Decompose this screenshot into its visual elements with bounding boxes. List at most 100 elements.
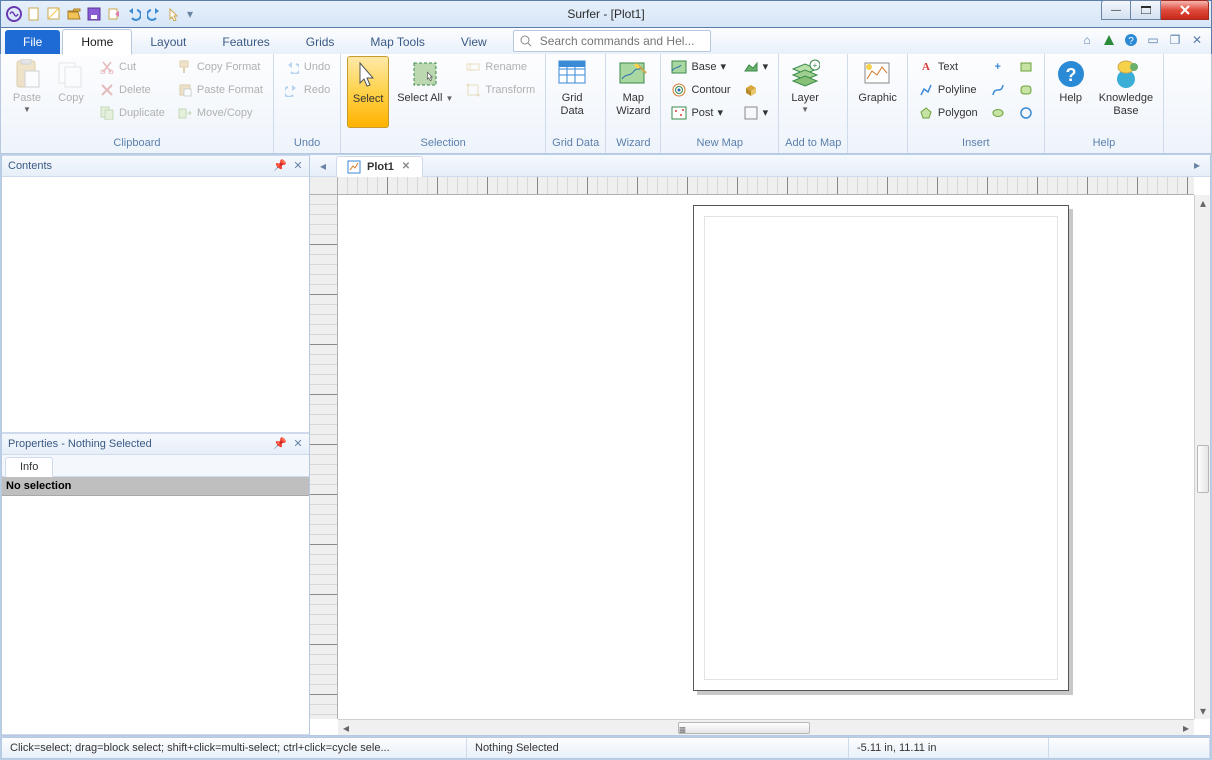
panel-close-icon[interactable]: ✕ [291, 436, 305, 450]
tab-grids[interactable]: Grids [288, 30, 353, 54]
status-end [1049, 738, 1210, 758]
tab-map-tools[interactable]: Map Tools [352, 30, 442, 54]
graphic-button[interactable]: Graphic [854, 56, 901, 128]
round-rect-button[interactable] [1014, 79, 1038, 100]
tab-features[interactable]: Features [204, 30, 287, 54]
qat-save-icon[interactable] [85, 5, 103, 23]
mdi-minimize-icon[interactable]: ▭ [1145, 32, 1161, 48]
tab-layout[interactable]: Layout [132, 30, 204, 54]
group-undo: Undo Redo Undo [274, 54, 341, 153]
map-wizard-button[interactable]: MapWizard [612, 56, 654, 128]
qat-customize-icon[interactable]: ▾ [185, 5, 195, 23]
rectangle-button[interactable] [1014, 56, 1038, 77]
scroll-left-icon[interactable]: ◂ [338, 720, 354, 735]
vscroll-thumb[interactable] [1197, 445, 1209, 493]
grid-data-button[interactable]: GridData [552, 56, 592, 128]
select-button[interactable]: Select [347, 56, 389, 128]
paste-button[interactable]: Paste▼ [7, 56, 47, 128]
qat-undo-icon[interactable] [125, 5, 143, 23]
qat-new-icon[interactable] [25, 5, 43, 23]
close-button[interactable] [1161, 0, 1209, 20]
vertical-ruler[interactable] [310, 195, 338, 719]
qat-export-icon[interactable] [105, 5, 123, 23]
status-message: Click=select; drag=block select; shift+c… [2, 738, 467, 758]
polygon-button[interactable]: Polygon [914, 102, 982, 123]
feedback-icon[interactable] [1101, 32, 1117, 48]
contents-tree[interactable] [2, 177, 309, 433]
search-input[interactable] [538, 33, 704, 49]
scroll-down-icon[interactable]: ▾ [1195, 703, 1210, 719]
scroll-up-icon[interactable]: ▴ [1195, 195, 1210, 211]
surface-button[interactable]: ▾ [739, 56, 773, 77]
move-copy-button[interactable]: Move/Copy [173, 102, 267, 123]
text-button[interactable]: AText [914, 56, 982, 77]
copy-format-button[interactable]: Copy Format [173, 56, 267, 77]
undo-button[interactable]: Undo [280, 56, 334, 77]
kb-button[interactable]: KnowledgeBase [1095, 56, 1157, 128]
cut-button[interactable]: Cut [95, 56, 169, 77]
undo-icon [284, 59, 300, 75]
map-wizard-icon [617, 58, 649, 90]
layer-button[interactable]: + Layer▼ [785, 56, 825, 128]
help-button[interactable]: ? Help [1051, 56, 1091, 128]
tab-view[interactable]: View [443, 30, 505, 54]
rename-button[interactable]: Rename [461, 56, 539, 77]
help-small-icon[interactable]: ? [1123, 32, 1139, 48]
3d-button[interactable] [739, 79, 773, 100]
transform-button[interactable]: Transform [461, 79, 539, 100]
minimize-button[interactable]: — [1101, 0, 1131, 20]
file-tab[interactable]: File [5, 30, 60, 54]
vertical-scrollbar[interactable]: ▴ ▾ [1194, 195, 1210, 719]
canvas-area: ◂ ≡ ▸ ▴ ▾ [310, 177, 1210, 735]
app-icon[interactable] [5, 5, 23, 23]
delete-button[interactable]: Delete [95, 79, 169, 100]
qat-new-plot-icon[interactable] [45, 5, 63, 23]
page-margin [704, 216, 1058, 680]
no-selection-row: No selection [2, 477, 309, 496]
canvas[interactable] [338, 195, 1194, 719]
base-button[interactable]: Base ▾ [667, 56, 734, 77]
empty-map-icon [743, 105, 759, 121]
home-small-icon[interactable]: ⌂ [1079, 32, 1095, 48]
qat-pointer-icon[interactable] [165, 5, 183, 23]
paste-format-button[interactable]: Paste Format [173, 79, 267, 100]
empty-map-button[interactable]: ▾ [739, 102, 773, 123]
panel-close-icon[interactable]: ✕ [291, 158, 305, 172]
symbol-button[interactable]: + [986, 56, 1010, 77]
move-copy-icon [177, 105, 193, 121]
ribbon: Paste▼ Copy Cut Delete Duplicate Copy Fo… [0, 54, 1212, 154]
duplicate-button[interactable]: Duplicate [95, 102, 169, 123]
horizontal-scrollbar[interactable]: ◂ ≡ ▸ [338, 719, 1194, 735]
tab-nav-left-icon[interactable]: ◂ [316, 159, 330, 173]
redo-button[interactable]: Redo [280, 79, 334, 100]
ellipse-icon [990, 105, 1006, 121]
post-button[interactable]: Post ▾ [667, 102, 734, 123]
spline-button[interactable] [986, 79, 1010, 100]
qat-open-icon[interactable] [65, 5, 83, 23]
contour-button[interactable]: Contour [667, 79, 734, 100]
mdi-close-icon[interactable]: ✕ [1189, 32, 1205, 48]
info-tab[interactable]: Info [5, 457, 53, 477]
scroll-right-icon[interactable]: ▸ [1178, 720, 1194, 735]
qat-redo-icon[interactable] [145, 5, 163, 23]
circle-button[interactable] [1014, 102, 1038, 123]
pin-icon[interactable]: 📌 [273, 158, 287, 172]
copy-button[interactable]: Copy [51, 56, 91, 128]
tab-home[interactable]: Home [62, 29, 132, 55]
select-all-button[interactable]: Select All ▼ [393, 56, 457, 128]
maximize-button[interactable] [1131, 0, 1161, 20]
mdi-restore-icon[interactable]: ❐ [1167, 32, 1183, 48]
tab-close-icon[interactable]: ✕ [400, 161, 412, 173]
redo-icon [284, 82, 300, 98]
properties-grid[interactable] [2, 496, 309, 735]
document-tab-plot1[interactable]: Plot1 ✕ [336, 156, 423, 178]
polyline-button[interactable]: Polyline [914, 79, 982, 100]
pin-icon[interactable]: 📌 [273, 436, 287, 450]
search-box[interactable] [513, 30, 711, 52]
hscroll-thumb[interactable]: ≡ [678, 722, 810, 734]
tab-nav-right-icon[interactable]: ▸ [1190, 158, 1204, 172]
main-area: Contents 📌✕ Properties - Nothing Selecte… [1, 155, 1211, 736]
horizontal-ruler[interactable] [338, 177, 1194, 195]
ellipse-button[interactable] [986, 102, 1010, 123]
duplicate-icon [99, 105, 115, 121]
